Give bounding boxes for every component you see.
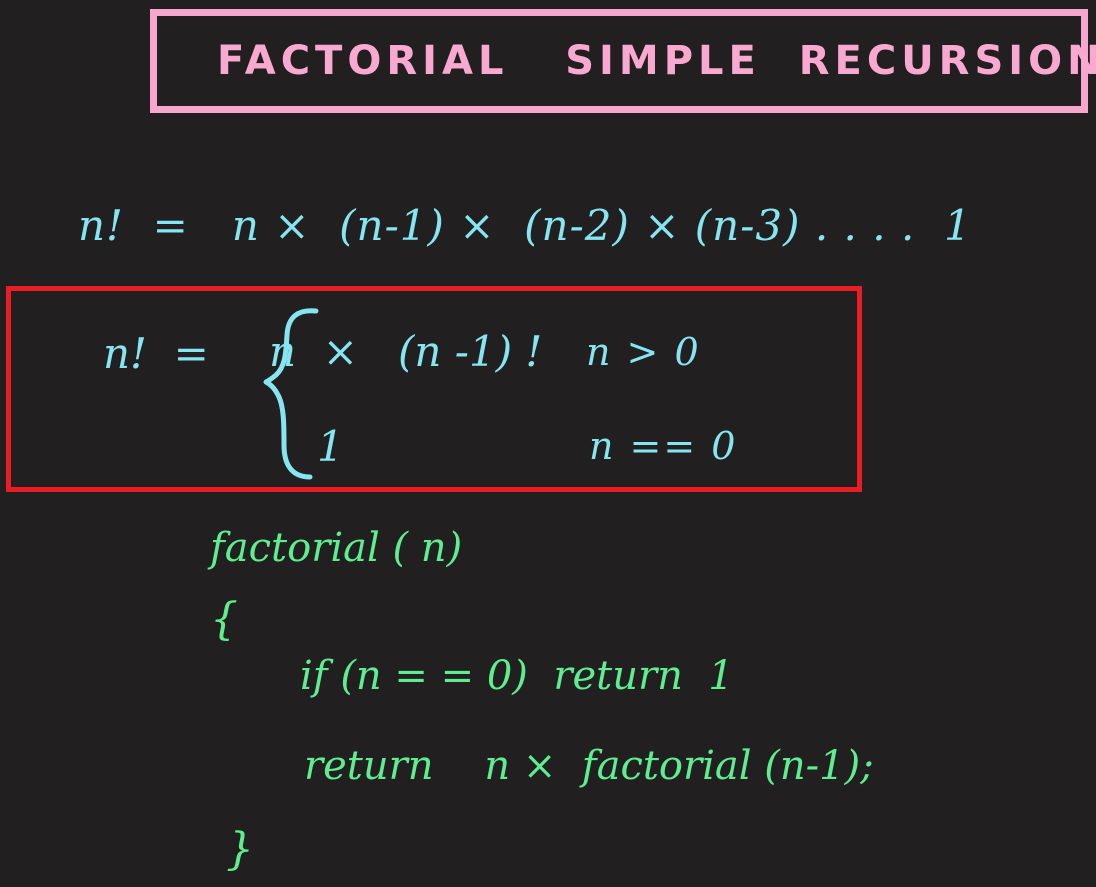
piecewise-left-hand-side: n! = <box>103 329 209 378</box>
title-banner: FACTORIAL SIMPLE RECURSION <box>150 9 1096 113</box>
piecewise-case-1-condition: n > 0 <box>586 330 701 374</box>
expanded-factorial-formula: n! = n × (n-1) × (n-2) × (n-3) . . . . 1 <box>78 201 972 250</box>
whiteboard-canvas: FACTORIAL SIMPLE RECURSION n! = n × (n-1… <box>0 0 1096 887</box>
code-line-open-brace: { <box>210 594 238 645</box>
recursive-definition-box: n! = n × (n -1) ! n > 0 1 n == 0 <box>6 286 862 492</box>
code-line-recursive-return: return n × factorial (n-1); <box>304 743 874 789</box>
piecewise-case-2-condition: n == 0 <box>589 424 738 468</box>
piecewise-case-1-value: n × (n -1) ! <box>269 327 543 376</box>
page-title: FACTORIAL SIMPLE RECURSION <box>217 38 1096 84</box>
piecewise-case-2-value: 1 <box>317 422 344 471</box>
code-line-base-case: if (n = = 0) return 1 <box>300 653 734 699</box>
code-line-close-brace: } <box>226 824 254 875</box>
code-line-function-signature: factorial ( n) <box>210 525 463 571</box>
